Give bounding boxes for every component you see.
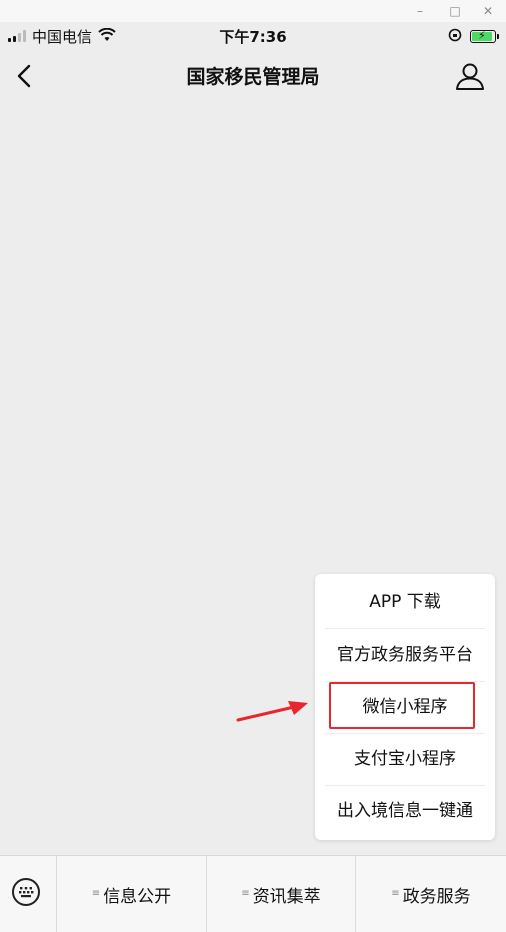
rotation-lock-icon bbox=[448, 28, 462, 42]
tab-news[interactable]: ≡ 资讯集萃 bbox=[207, 856, 356, 932]
highlight-box-wechat bbox=[329, 682, 475, 729]
close-window-button[interactable]: ✕ bbox=[480, 3, 496, 19]
menu-item-entry-exit-info[interactable]: 出入境信息一键通 bbox=[325, 785, 485, 837]
menu-lines-icon: ≡ bbox=[241, 888, 250, 899]
menu-item-app-download[interactable]: APP 下载 bbox=[325, 576, 485, 629]
keyboard-icon bbox=[12, 878, 40, 906]
status-time: 下午7:36 bbox=[219, 28, 287, 46]
tab-info-disclosure[interactable]: ≡ 信息公开 bbox=[57, 856, 207, 932]
maximize-button[interactable]: □ bbox=[447, 3, 463, 19]
menu-lines-icon: ≡ bbox=[91, 888, 101, 899]
menu-lines-icon: ≡ bbox=[391, 888, 400, 899]
tab-label: 信息公开 bbox=[103, 886, 172, 907]
minimize-button[interactable]: – bbox=[412, 3, 428, 19]
keyboard-toggle-button[interactable] bbox=[0, 856, 57, 932]
status-bar: 中国电信 下午7:36 ⚡ bbox=[0, 22, 506, 48]
battery-icon: ⚡ bbox=[470, 29, 499, 43]
bottom-menu-bar: ≡ 信息公开 ≡ 资讯集萃 ≡ 政务服务 bbox=[0, 855, 506, 932]
tab-gov-service[interactable]: ≡ 政务服务 bbox=[356, 856, 506, 932]
tab-label: 政务服务 bbox=[402, 886, 471, 907]
window-chrome: – □ ✕ bbox=[0, 0, 506, 22]
tab-label: 资讯集萃 bbox=[252, 886, 321, 907]
user-icon[interactable] bbox=[454, 60, 486, 92]
menu-item-official-platform[interactable]: 官方政务服务平台 bbox=[325, 629, 485, 682]
red-arrow-icon bbox=[236, 701, 308, 722]
nav-bar: 国家移民管理局 bbox=[0, 48, 506, 104]
page-title: 国家移民管理局 bbox=[186, 66, 320, 88]
menu-item-alipay-miniprogram[interactable]: 支付宝小程序 bbox=[325, 733, 485, 786]
